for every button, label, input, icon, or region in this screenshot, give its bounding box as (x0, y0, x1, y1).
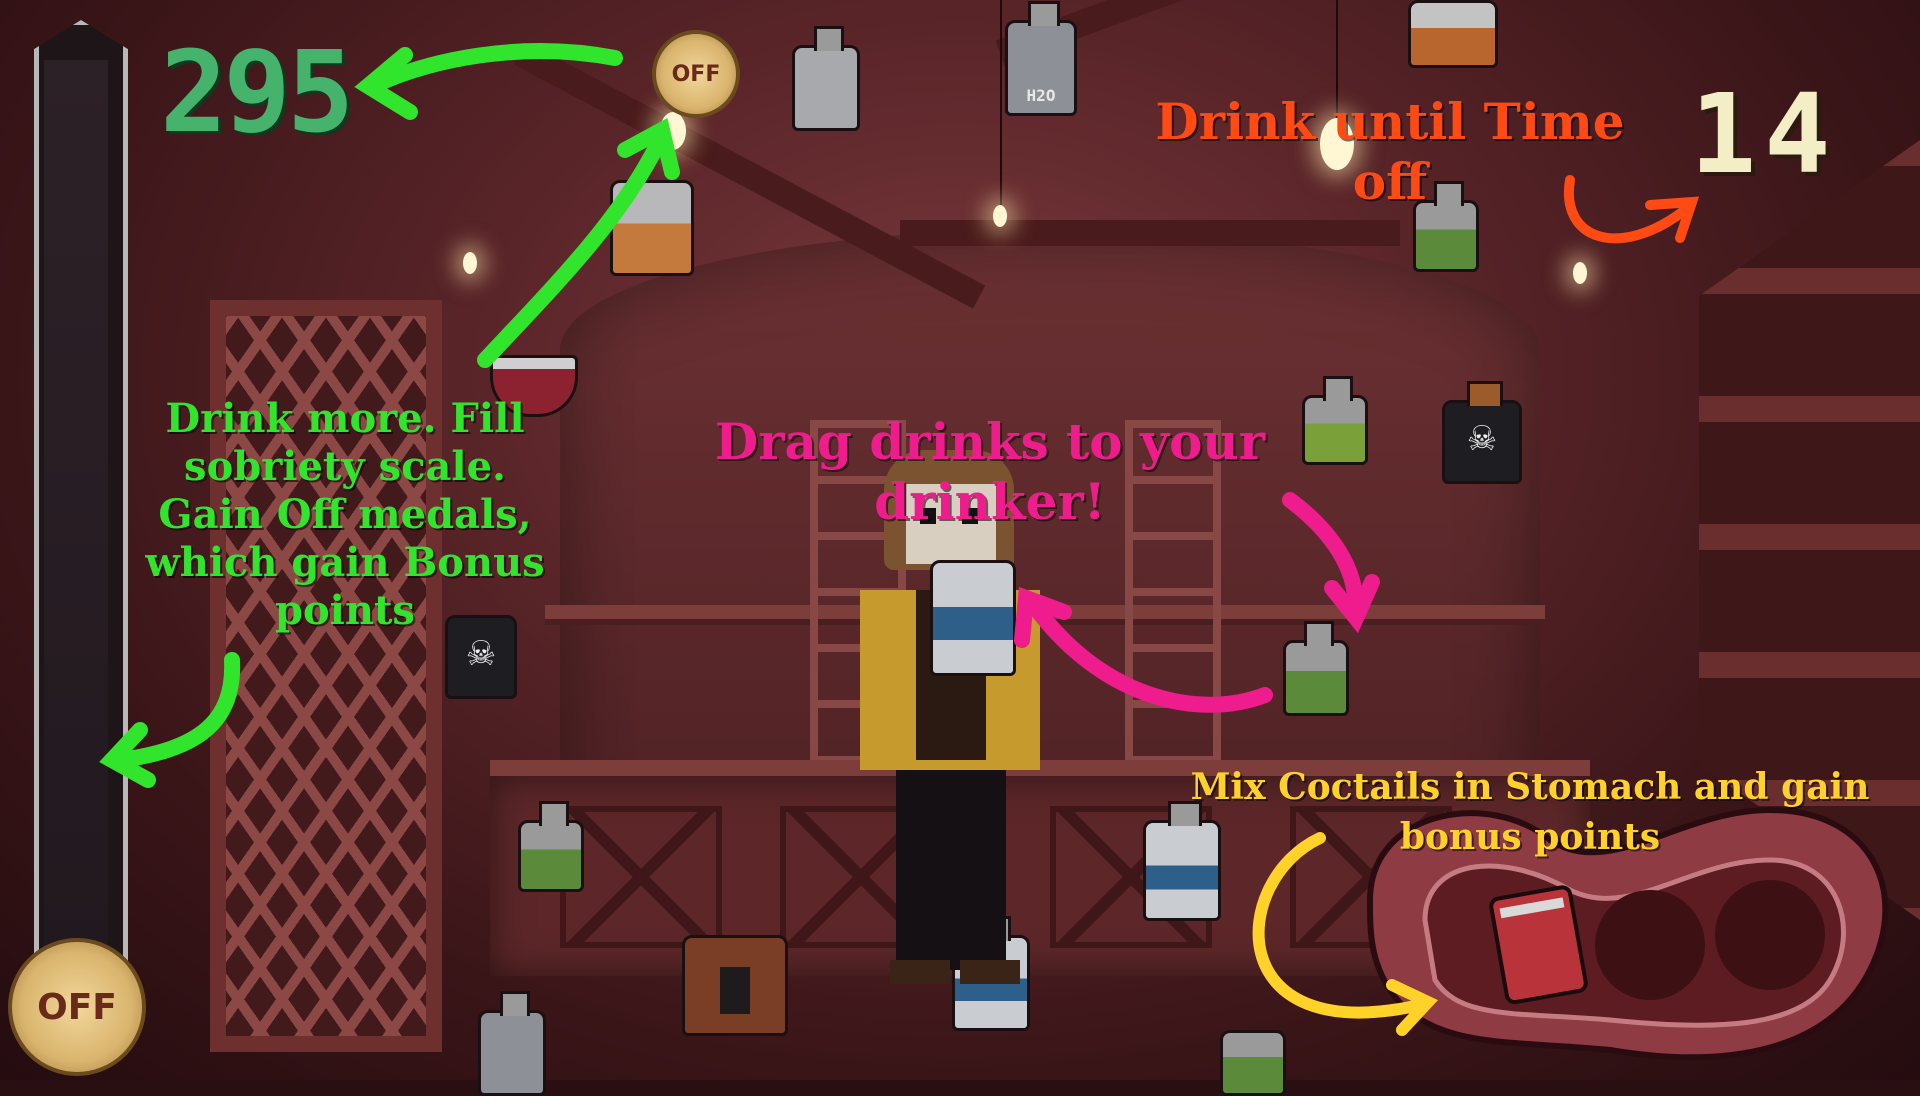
sobriety-hint: Drink more. Fill sobriety scale. Gain Of… (145, 395, 545, 634)
timer-hint: Drink until Time off (1155, 92, 1625, 211)
drag-hint: Drag drinks to your drinker! (714, 412, 1266, 531)
arrow-to-medal (477, 132, 668, 368)
stomach-hint: Mix Coctails in Stomach and gain bonus p… (1190, 766, 1870, 859)
